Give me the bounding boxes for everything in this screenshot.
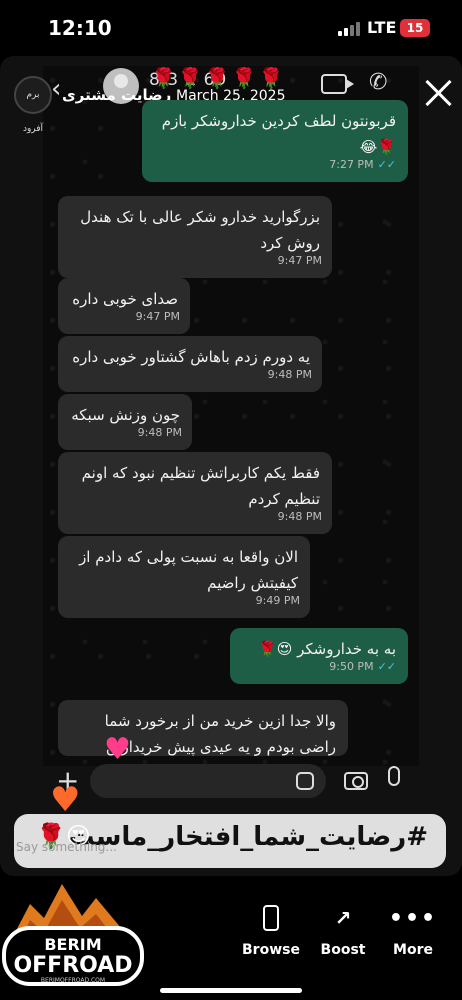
read-ticks-icon: ✓✓ [377,660,396,673]
message-bubble: صدای خوبی داره 9:47 PM [58,278,190,334]
reply-input-placeholder[interactable]: Say something... [16,840,117,854]
svg-text:BERIM: BERIM [44,935,101,954]
svg-text:BERIMOFFROAD.COM: BERIMOFFROAD.COM [41,977,105,984]
message-time: 9:47 PM [135,310,180,323]
message-bubble: یه دورم زدم باهاش گشتاور خوبی داره 9:48 … [58,336,322,392]
status-bar: 12:10 LTE 15 [0,0,462,56]
browse-label: Browse [242,942,300,958]
story-author-avatar[interactable]: برم آفرود [14,76,52,134]
message-bubble: فقط یکم کاربراتش تنظیم نبود که اونم تنظی… [58,452,332,534]
message-time: 9:48 PM [277,510,322,523]
message-time: 9:49 PM [255,594,300,607]
boost-button[interactable]: ↗ Boost [308,904,378,958]
message-time: 9:48 PM [137,426,182,439]
message-time: 7:27 PM ✓✓ [329,158,396,171]
camera-icon[interactable] [344,772,368,790]
phone-call-icon: ✆ [369,70,388,95]
browse-icon [263,905,279,931]
battery-icon: 15 [400,19,430,37]
status-time: 12:10 [48,16,112,40]
read-ticks-icon: ✓✓ [377,158,396,171]
message-bubble: چون وزنش سبکه 9:48 PM [58,394,192,450]
story-card: ‹ 8 3 1 69 🌹🌹🌹🌹🌹 ✆ برم آفرود رضایت مشتری… [0,56,462,876]
browse-button[interactable]: Browse [236,904,306,958]
close-icon[interactable] [424,78,454,108]
message-bubble: به به خداروشکر 😍🌹 9:50 PM ✓✓ [230,628,408,684]
sticker-icon[interactable] [296,772,314,790]
network-type: LTE [367,18,397,37]
home-indicator[interactable] [160,988,302,993]
message-time: 9:50 PM ✓✓ [329,660,396,673]
brand-logo: BERIM OFFROAD BERIMOFFROAD.COM [2,884,144,986]
boost-icon: ↗ [334,906,352,930]
message-time: 9:47 PM [277,254,322,267]
video-call-icon [321,74,354,94]
message-input[interactable] [90,764,326,798]
hashtag-text: #رضایت_شما_افتخار_ماست [68,822,428,852]
message-bubble: والا جدا ازین خرید من از برخورد شما راضی… [58,700,348,756]
bottom-action-bar: BERIM OFFROAD BERIMOFFROAD.COM Browse ↗ … [0,876,462,1000]
back-arrow-icon: ‹ [51,74,62,104]
more-label: More [393,942,433,958]
boost-label: Boost [320,942,366,958]
more-button[interactable]: ••• More [378,904,448,959]
message-time: 9:48 PM [267,368,312,381]
heart-sticker-icon: ♥ [104,732,131,767]
message-bubble: بزرگوارید خدارو شکر عالی با تک هندل روش … [58,196,332,278]
message-bubble: الان واقعا به نسبت پولی که دادم از کیفیت… [58,536,310,618]
signal-icon [338,22,360,36]
svg-text:OFFROAD: OFFROAD [13,953,132,978]
message-bubble: قربونتون لطف کردین خداروشکر بازم 🌹😂 7:27… [142,100,408,182]
microphone-icon[interactable] [388,766,400,786]
more-icon: ••• [388,905,438,931]
